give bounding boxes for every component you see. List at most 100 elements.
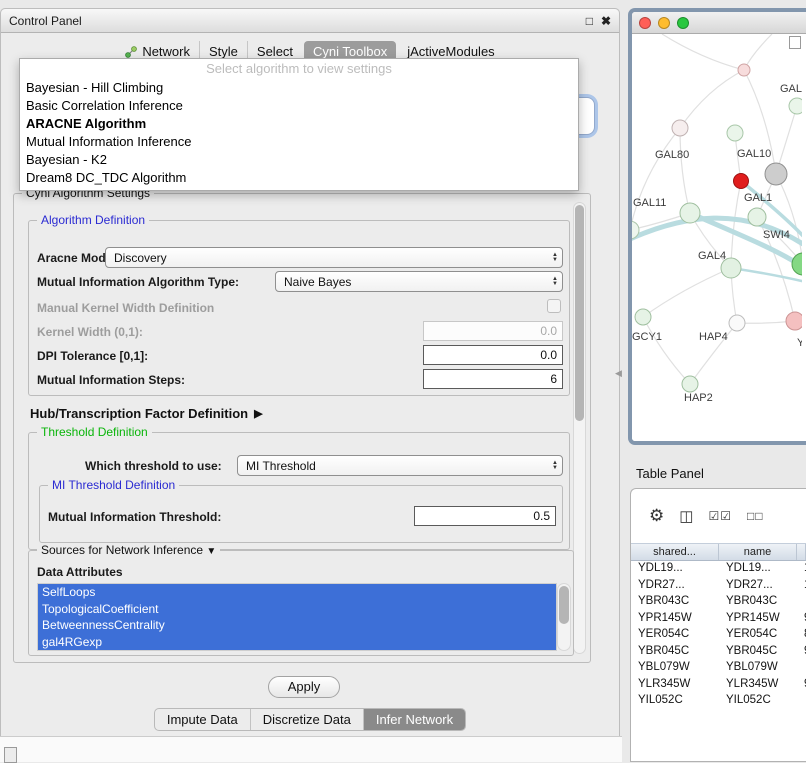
- aracne-mode-select[interactable]: Discovery ▲ ▼: [105, 247, 563, 268]
- cell: YBR043C: [631, 594, 719, 611]
- zoom-traffic-light[interactable]: [677, 17, 689, 29]
- dropdown-item[interactable]: Dream8 DC_TDC Algorithm: [20, 169, 578, 187]
- cell: YBL079W: [631, 660, 719, 677]
- combo-arrows-icon: ▲ ▼: [548, 461, 558, 471]
- network-node[interactable]: [789, 98, 802, 114]
- node-label: GAL1: [744, 192, 772, 204]
- network-view-window: GAL7 GAL80 GAL10 GAL11 GAL1 SWI4 GAL4 GC…: [628, 8, 806, 445]
- sources-collapser[interactable]: Sources for Network Inference ▼: [37, 543, 220, 559]
- which-threshold-select[interactable]: MI Threshold ▲ ▼: [237, 455, 563, 476]
- cell: YDR27...: [631, 578, 719, 595]
- tab-label: Cyni Toolbox: [313, 44, 387, 59]
- network-node[interactable]: [738, 64, 750, 76]
- manual-kernel-label: Manual Kernel Width Definition: [37, 301, 214, 315]
- attributes-scrollbar[interactable]: [557, 583, 571, 651]
- close-icon[interactable]: ✖: [601, 14, 611, 28]
- node-label: GCY1: [632, 331, 662, 343]
- select-all-icon[interactable]: ☑☑: [708, 509, 732, 523]
- network-icon: [125, 46, 137, 58]
- tab-infer-network[interactable]: Infer Network: [363, 709, 465, 730]
- close-traffic-light[interactable]: [639, 17, 651, 29]
- network-node[interactable]: [748, 208, 766, 226]
- table-row[interactable]: YBL079W YBL079W: [631, 660, 806, 677]
- mi-type-select[interactable]: Naive Bayes ▲ ▼: [275, 271, 563, 292]
- network-node[interactable]: [672, 120, 688, 136]
- mi-steps-label: Mutual Information Steps:: [37, 373, 185, 387]
- which-threshold-value: MI Threshold: [246, 459, 548, 473]
- dropdown-item[interactable]: Mutual Information Inference: [20, 133, 578, 151]
- cell: 13: [797, 561, 806, 578]
- node-label: Y: [797, 337, 802, 349]
- cell: YLR345W: [719, 677, 797, 694]
- panel-dock-icon[interactable]: [4, 747, 17, 763]
- cell: 9.: [797, 677, 806, 694]
- network-edge: [776, 174, 802, 264]
- hub-definition-expander[interactable]: Hub/Transcription Factor Definition ▶: [30, 406, 263, 421]
- list-item[interactable]: TopologicalCoefficient: [38, 601, 556, 618]
- list-item[interactable]: SelfLoops: [38, 584, 556, 601]
- table-row[interactable]: YDL19... YDL19... 13: [631, 561, 806, 578]
- settings-scrollbar[interactable]: [573, 202, 586, 654]
- table-row[interactable]: YBR045C YBR045C 9.: [631, 644, 806, 661]
- apply-button[interactable]: Apply: [268, 676, 340, 698]
- network-node[interactable]: [635, 309, 651, 325]
- column-header-cut[interactable]: [797, 544, 806, 560]
- data-attributes-list: SelfLoops TopologicalCoefficient Between…: [37, 583, 557, 651]
- group-title: MI Threshold Definition: [48, 478, 179, 492]
- canvas-scroll-button[interactable]: [789, 36, 801, 49]
- table-row[interactable]: YER054C YER054C 8.: [631, 627, 806, 644]
- list-item[interactable]: gal4RGexp: [38, 634, 556, 651]
- table-row[interactable]: YPR145W YPR145W 9.: [631, 611, 806, 628]
- network-edge: [643, 268, 731, 317]
- column-header-name[interactable]: name: [719, 544, 797, 560]
- tab-discretize-data[interactable]: Discretize Data: [250, 709, 363, 730]
- column-header-shared-name[interactable]: shared...: [631, 544, 719, 560]
- cell: YIL052C: [631, 693, 719, 710]
- list-item[interactable]: BetweennessCentrality: [38, 617, 556, 634]
- cell: YBL079W: [719, 660, 797, 677]
- network-node[interactable]: [729, 315, 745, 331]
- mi-threshold-input[interactable]: 0.5: [414, 506, 556, 526]
- network-graph: GAL7 GAL80 GAL10 GAL11 GAL1 SWI4 GAL4 GC…: [632, 34, 802, 441]
- dropdown-item-selected[interactable]: ARACNE Algorithm: [20, 115, 578, 133]
- cell: YER054C: [631, 627, 719, 644]
- network-canvas[interactable]: GAL7 GAL80 GAL10 GAL11 GAL1 SWI4 GAL4 GC…: [632, 34, 802, 441]
- network-node[interactable]: [792, 253, 802, 275]
- network-node[interactable]: [765, 163, 787, 185]
- network-edge: [731, 268, 802, 282]
- restore-icon[interactable]: □: [586, 14, 593, 28]
- gear-icon[interactable]: ⚙: [649, 506, 664, 526]
- mi-steps-input[interactable]: 6: [423, 369, 563, 389]
- network-edge: [643, 317, 690, 384]
- control-panel-titlebar: Control Panel □ ✖: [1, 9, 619, 33]
- dropdown-item[interactable]: Basic Correlation Inference: [20, 97, 578, 115]
- columns-icon[interactable]: ◫: [679, 507, 693, 525]
- manual-kernel-checkbox: [547, 299, 561, 313]
- cell: YIL052C: [719, 693, 797, 710]
- cell: YER054C: [719, 627, 797, 644]
- cell: YDR27...: [719, 578, 797, 595]
- network-node[interactable]: [734, 174, 749, 189]
- network-node[interactable]: [682, 376, 698, 392]
- tab-impute-data[interactable]: Impute Data: [155, 709, 250, 730]
- network-labels: GAL7 GAL80 GAL10 GAL11 GAL1 SWI4 GAL4 GC…: [632, 83, 802, 404]
- dropdown-item[interactable]: Bayesian - K2: [20, 151, 578, 169]
- dropdown-item[interactable]: Bayesian - Hill Climbing: [20, 79, 578, 97]
- network-node[interactable]: [786, 312, 802, 330]
- mi-type-label: Mutual Information Algorithm Type:: [37, 275, 239, 289]
- network-node[interactable]: [680, 203, 700, 223]
- table-row[interactable]: YIL052C YIL052C: [631, 693, 806, 710]
- settings-scrollbar-thumb[interactable]: [575, 205, 584, 421]
- mi-threshold-label: Mutual Information Threshold:: [48, 510, 221, 524]
- cell: 12: [797, 578, 806, 595]
- table-row[interactable]: YLR345W YLR345W 9.: [631, 677, 806, 694]
- minimize-traffic-light[interactable]: [658, 17, 670, 29]
- network-node[interactable]: [727, 125, 743, 141]
- attributes-scrollbar-thumb[interactable]: [559, 586, 569, 624]
- table-row[interactable]: YDR27... YDR27... 12: [631, 578, 806, 595]
- table-row[interactable]: YBR043C YBR043C: [631, 594, 806, 611]
- network-edge: [662, 34, 744, 70]
- deselect-all-icon[interactable]: □□: [747, 509, 764, 523]
- splitter-collapse-icon[interactable]: ◀: [615, 368, 622, 379]
- dpi-tolerance-input[interactable]: 0.0: [423, 345, 563, 365]
